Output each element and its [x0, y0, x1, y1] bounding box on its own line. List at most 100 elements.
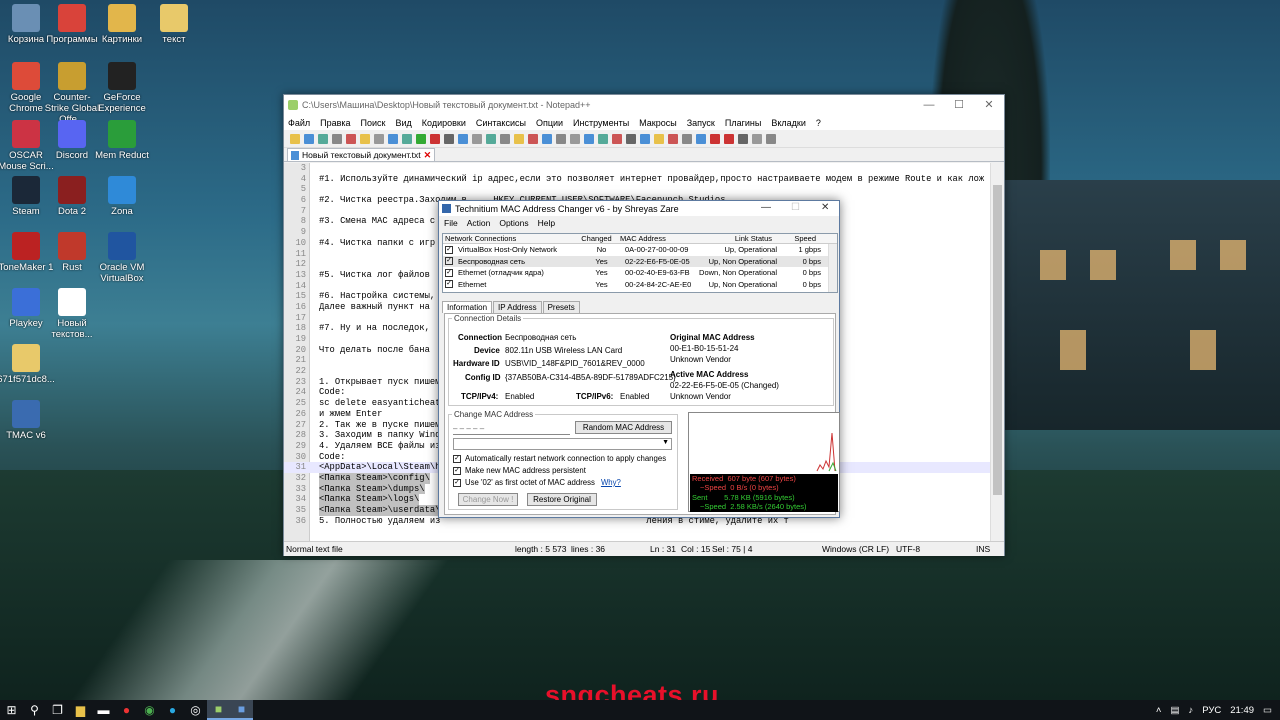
clock[interactable]: 21:49: [1230, 705, 1254, 716]
toolbar-button-icon[interactable]: [457, 133, 468, 144]
taskbar-explorer[interactable]: ▆: [69, 700, 92, 720]
toolbar-button-icon[interactable]: [695, 133, 706, 144]
toolbar-button-icon[interactable]: [723, 133, 734, 144]
toolbar-button-icon[interactable]: [709, 133, 720, 144]
toolbar-button-icon[interactable]: [625, 133, 636, 144]
toolbar-button-icon[interactable]: [611, 133, 622, 144]
taskbar-chrome[interactable]: ◉: [138, 700, 161, 720]
menu-item[interactable]: Поиск: [361, 118, 386, 128]
tab-presets[interactable]: Presets: [542, 301, 580, 313]
toolbar-button-icon[interactable]: [667, 133, 678, 144]
table-scrollbar[interactable]: [828, 244, 837, 292]
toolbar-button-icon[interactable]: [541, 133, 552, 144]
menu-item[interactable]: Правка: [320, 118, 350, 128]
notepadpp-titlebar[interactable]: C:\Users\Машина\Desktop\Новый текстовый …: [284, 95, 1004, 115]
maximize-icon[interactable]: ☐: [944, 95, 974, 115]
language-indicator[interactable]: РУС: [1202, 705, 1221, 716]
desktop-icon[interactable]: Новый текстов...: [42, 288, 102, 340]
table-row[interactable]: ✓ Ethernet (отладчик ядра) Yes 00-02-40-E9-…: [443, 267, 837, 279]
desktop-icon[interactable]: 671f571dc8...: [0, 344, 56, 385]
toolbar-button-icon[interactable]: [289, 133, 300, 144]
table-row[interactable]: ✓ VirtualBox Host-Only Network No 0A-00-27-…: [443, 244, 837, 256]
row-checkbox[interactable]: ✓: [445, 280, 453, 289]
desktop-icon[interactable]: текст: [144, 4, 204, 45]
toolbar-button-icon[interactable]: [513, 133, 524, 144]
menu-item[interactable]: ?: [816, 118, 821, 128]
notifications-icon[interactable]: ▭: [1263, 705, 1272, 716]
tmac-window[interactable]: Technitium MAC Address Changer v6 - by S…: [438, 200, 840, 518]
toolbar-button-icon[interactable]: [597, 133, 608, 144]
toolbar-button-icon[interactable]: [359, 133, 370, 144]
tmac-menu-item[interactable]: File: [444, 218, 458, 228]
col-network[interactable]: Network Connections: [443, 234, 573, 243]
minimize-icon[interactable]: —: [914, 95, 944, 115]
tab-close-icon[interactable]: ✕: [424, 149, 432, 161]
desktop-icon[interactable]: Zona: [92, 176, 152, 217]
table-row[interactable]: ✓ Беспроводная сеть Yes 02-22-E6-F5-0E-05 Up…: [443, 255, 837, 267]
menu-item[interactable]: Файл: [288, 118, 310, 128]
tmac-menu-item[interactable]: Help: [538, 218, 555, 228]
taskbar-opera[interactable]: ●: [115, 700, 138, 720]
toolbar-button-icon[interactable]: [415, 133, 426, 144]
toolbar-button-icon[interactable]: [429, 133, 440, 144]
toolbar-button-icon[interactable]: [527, 133, 538, 144]
tmac-titlebar[interactable]: Technitium MAC Address Changer v6 - by S…: [439, 201, 839, 216]
menu-item[interactable]: Кодировки: [422, 118, 466, 128]
taskbar-tmac[interactable]: ■: [230, 700, 253, 720]
toolbar-button-icon[interactable]: [387, 133, 398, 144]
desktop-icon[interactable]: TMAC v6: [0, 400, 56, 441]
auto-restart-checkbox[interactable]: ✓ Automatically restart network connectio…: [453, 454, 666, 463]
toolbar-button-icon[interactable]: [485, 133, 496, 144]
toolbar-button-icon[interactable]: [737, 133, 748, 144]
row-checkbox[interactable]: ✓: [445, 257, 453, 266]
toolbar-button-icon[interactable]: [681, 133, 692, 144]
menu-item[interactable]: Вид: [396, 118, 412, 128]
row-checkbox[interactable]: ✓: [445, 268, 453, 277]
menu-item[interactable]: Синтаксисы: [476, 118, 526, 128]
menu-item[interactable]: Инструменты: [573, 118, 629, 128]
toolbar-button-icon[interactable]: [751, 133, 762, 144]
toolbar-button-icon[interactable]: [345, 133, 356, 144]
random-mac-button[interactable]: Random MAC Address: [575, 421, 672, 434]
menu-item[interactable]: Вкладки: [771, 118, 806, 128]
menu-item[interactable]: Запуск: [687, 118, 715, 128]
menu-item[interactable]: Макросы: [639, 118, 677, 128]
taskbar-skype[interactable]: ●: [161, 700, 184, 720]
tmac-close-icon[interactable]: ✕: [821, 202, 829, 213]
toolbar-button-icon[interactable]: [303, 133, 314, 144]
tmac-minimize-icon[interactable]: —: [761, 202, 771, 213]
tmac-menu-item[interactable]: Action: [467, 218, 491, 228]
toolbar-button-icon[interactable]: [569, 133, 580, 144]
connections-table[interactable]: Network Connections Changed MAC Address …: [442, 233, 838, 293]
restore-original-button[interactable]: Restore Original: [527, 493, 597, 506]
toolbar-button-icon[interactable]: [373, 133, 384, 144]
toolbar-button-icon[interactable]: [401, 133, 412, 144]
desktop-icon[interactable]: Mem Reduct: [92, 120, 152, 161]
start-button[interactable]: ⊞: [0, 700, 23, 720]
toolbar-button-icon[interactable]: [443, 133, 454, 144]
toolbar-button-icon[interactable]: [471, 133, 482, 144]
tab-ip-address[interactable]: IP Address: [493, 301, 542, 313]
toolbar-button-icon[interactable]: [555, 133, 566, 144]
close-icon[interactable]: ✕: [974, 95, 1004, 115]
preset-dropdown[interactable]: ▼: [453, 438, 672, 450]
col-status[interactable]: Link Status: [692, 234, 776, 243]
menu-item[interactable]: Плагины: [725, 118, 761, 128]
volume-icon[interactable]: ♪: [1188, 705, 1193, 716]
toolbar-button-icon[interactable]: [499, 133, 510, 144]
col-speed[interactable]: Speed: [776, 234, 822, 243]
taskbar-steam[interactable]: ◎: [184, 700, 207, 720]
task-view-button[interactable]: ❐: [46, 700, 69, 720]
taskbar-notepadpp[interactable]: ■: [207, 700, 230, 720]
toolbar-button-icon[interactable]: [317, 133, 328, 144]
persistent-checkbox[interactable]: ✓ Make new MAC address persistent: [453, 466, 586, 475]
tab-information[interactable]: Information: [442, 301, 493, 313]
toolbar-button-icon[interactable]: [583, 133, 594, 144]
toolbar-button-icon[interactable]: [765, 133, 776, 144]
col-changed[interactable]: Changed: [573, 234, 618, 243]
desktop-icon[interactable]: Oracle VM VirtualBox: [92, 232, 152, 284]
taskbar-terminal[interactable]: ▬: [92, 700, 115, 720]
editor-scrollbar[interactable]: [990, 163, 1004, 541]
table-row[interactable]: ✓ Ethernet Yes 00-24-84-2C-AE-E0 Up, Non Ope…: [443, 279, 837, 291]
toolbar-button-icon[interactable]: [331, 133, 342, 144]
